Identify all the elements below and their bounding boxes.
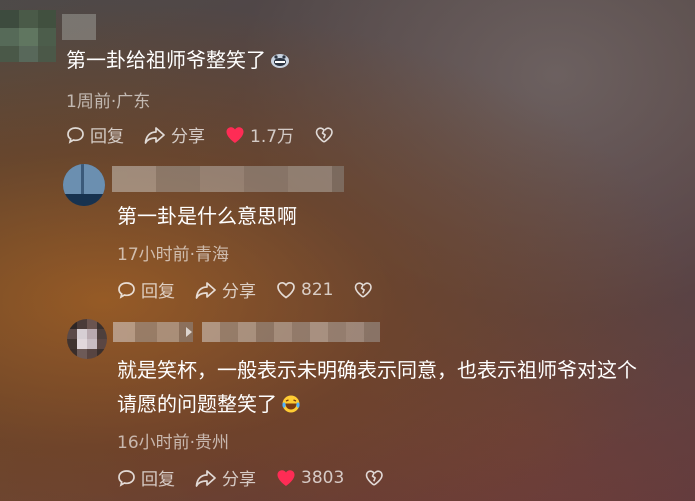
like-button[interactable]: 821 (276, 280, 333, 300)
share-button[interactable]: 分享 (144, 122, 205, 147)
reply-arrow-icon (186, 327, 192, 337)
avatar[interactable] (67, 319, 107, 359)
dislike-icon (365, 469, 384, 486)
comment-meta: 1周前·广东 (66, 92, 151, 112)
comment-meta: 17小时前·青海 (117, 245, 230, 265)
reply-icon (118, 281, 135, 299)
reply-button[interactable]: 回复 (117, 277, 175, 302)
dislike-icon (355, 281, 373, 298)
avatar[interactable] (0, 10, 56, 62)
dislike-button[interactable] (364, 469, 389, 487)
avatar[interactable] (63, 164, 105, 206)
reply-target-username-blurred[interactable] (202, 322, 380, 342)
username-blurred[interactable] (113, 322, 193, 342)
reply-icon (118, 469, 135, 487)
dislike-button[interactable] (314, 126, 339, 144)
share-button[interactable]: 分享 (195, 277, 256, 302)
username-blurred[interactable] (112, 166, 344, 192)
emoji-grin-icon (270, 49, 290, 77)
comment-text: 就是笑杯，一般表示未明确表示同意，也表示祖师爷对这个 请愿的问题整笑了 (117, 356, 637, 421)
heart-icon (226, 126, 244, 143)
reply-button[interactable]: 回复 (66, 122, 124, 147)
dislike-icon (315, 126, 333, 143)
share-button[interactable]: 分享 (195, 465, 256, 490)
comment-actions: 回复 分享 3803 (117, 465, 409, 490)
share-icon (195, 281, 216, 299)
reply-icon (67, 126, 84, 144)
share-icon (195, 469, 216, 487)
comment-text-line-1: 就是笑杯，一般表示未明确表示同意，也表示祖师爷对这个 (117, 358, 637, 382)
heart-icon (277, 281, 295, 299)
comment-meta: 16小时前·贵州 (117, 433, 230, 453)
heart-icon (277, 469, 295, 486)
comment-text-line-2: 请愿的问题整笑了 (117, 390, 637, 421)
emoji-laugh-cry-icon (281, 393, 301, 421)
share-icon (144, 126, 165, 144)
like-button[interactable]: 1.7万 (225, 122, 294, 147)
comment-actions: 回复 分享 821 (117, 277, 398, 302)
username-blurred[interactable] (62, 14, 96, 40)
like-button[interactable]: 3803 (276, 468, 344, 488)
reply-button[interactable]: 回复 (117, 465, 175, 490)
comment-actions: 回复 分享 1.7万 (66, 122, 359, 147)
comment-text: 第一卦给祖师爷整笑了 (66, 46, 290, 77)
dislike-button[interactable] (353, 281, 378, 299)
comment-text: 第一卦是什么意思啊 (117, 204, 297, 228)
